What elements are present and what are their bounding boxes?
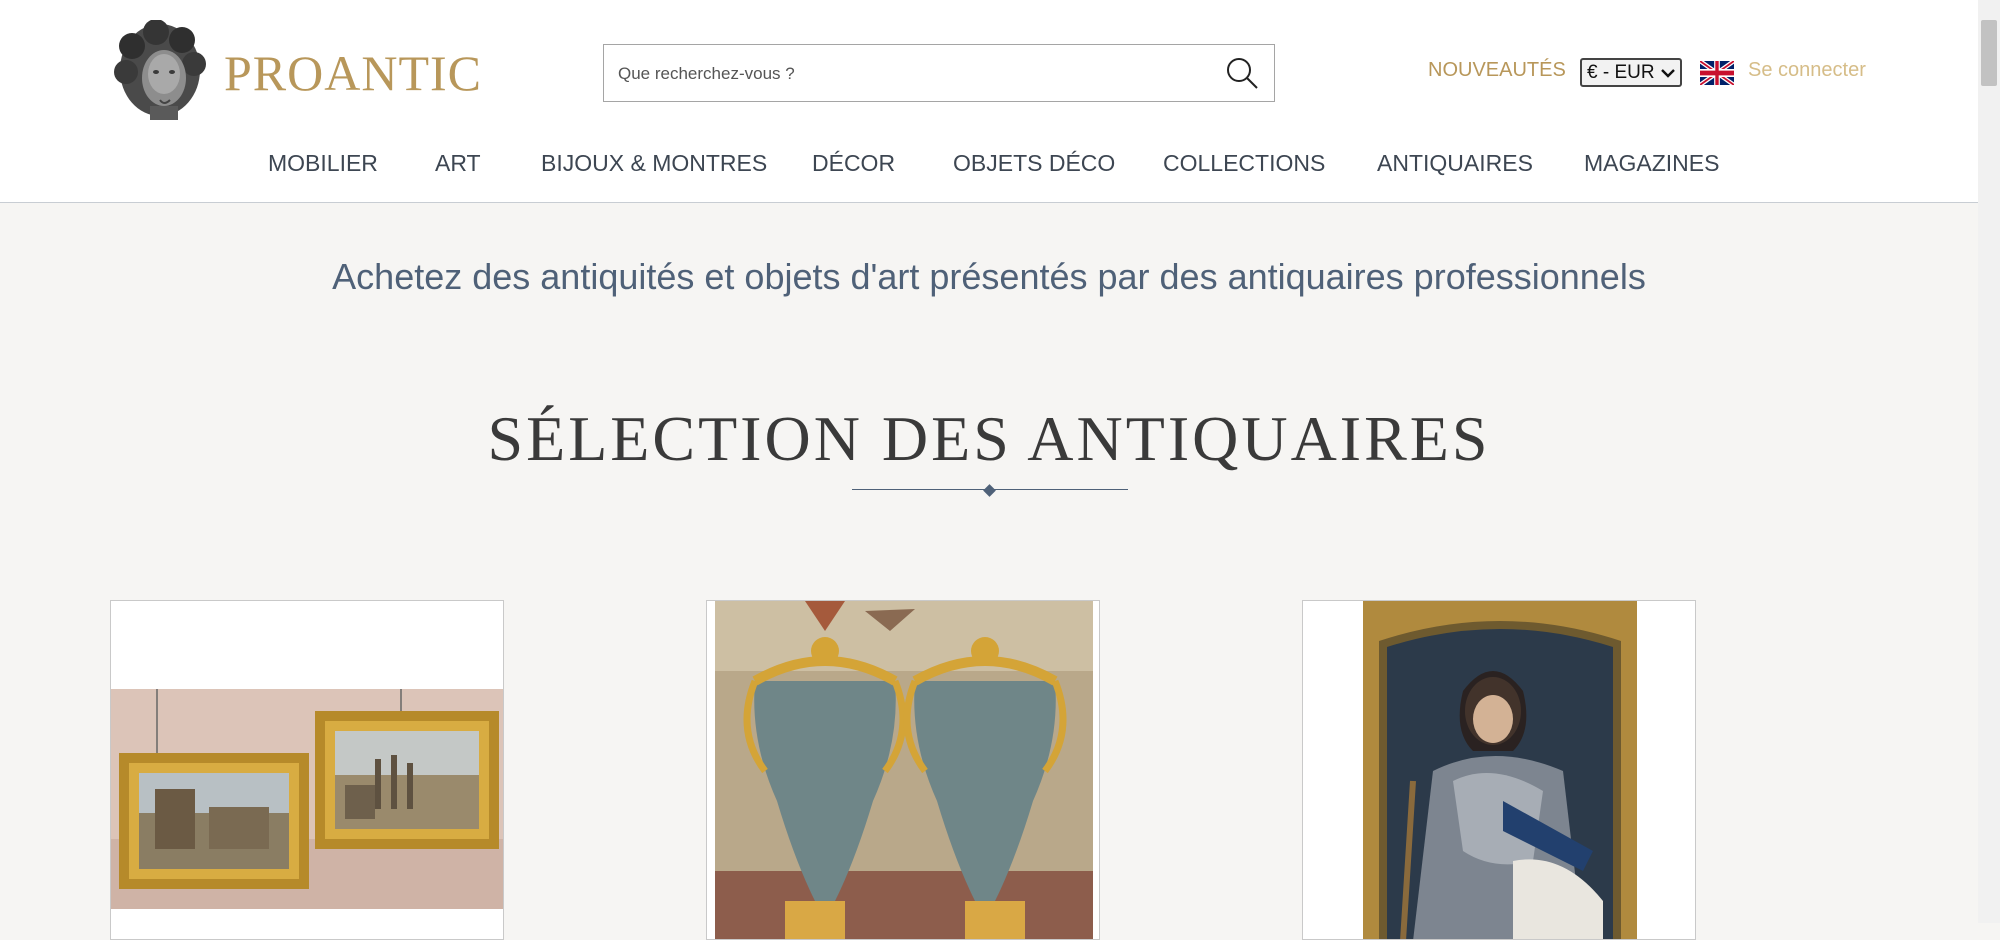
currency-value: € - EUR	[1587, 61, 1655, 83]
scrollbar-thumb[interactable]	[1981, 20, 1997, 86]
nav-item-antiquaires[interactable]: ANTIQUAIRES	[1377, 150, 1533, 177]
new-arrivals-link[interactable]: NOUVEAUTÉS	[1428, 59, 1566, 82]
uk-flag-icon[interactable]	[1700, 61, 1734, 85]
logo-bust-icon[interactable]	[110, 20, 210, 122]
product-card[interactable]	[110, 600, 504, 940]
search-box	[603, 44, 1275, 103]
divider-diamond-icon	[983, 484, 996, 497]
nav-item-collections[interactable]: COLLECTIONS	[1163, 150, 1325, 177]
product-card[interactable]	[1302, 600, 1696, 940]
search-icon	[1227, 58, 1258, 89]
search-input[interactable]	[616, 45, 1200, 103]
pair-of-framed-landscape-paintings-image	[111, 689, 503, 909]
chevron-down-icon	[1661, 68, 1675, 78]
product-card[interactable]	[706, 600, 1100, 940]
nav-item-mobilier[interactable]: MOBILIER	[268, 150, 378, 177]
tagline: Achetez des antiquités et objets d'art p…	[332, 256, 1646, 297]
header: PROANTIC NOUVEAUTÉS € - EUR Se connecter…	[0, 0, 1978, 203]
nav-item-decor[interactable]: DÉCOR	[812, 150, 895, 177]
nav-item-magazines[interactable]: MAGAZINES	[1584, 150, 1719, 177]
framed-portrait-of-nobleman-in-armor-image	[1363, 601, 1637, 939]
currency-select[interactable]: € - EUR	[1580, 58, 1682, 87]
nav-item-art[interactable]: ART	[435, 150, 481, 177]
nav-item-objets-deco[interactable]: OBJETS DÉCO	[953, 150, 1115, 177]
pair-of-gilt-bronze-marble-vases-image	[715, 601, 1093, 939]
search-button[interactable]	[1224, 55, 1260, 91]
login-link[interactable]: Se connecter	[1748, 59, 1866, 82]
page-scrollbar[interactable]	[1978, 0, 2000, 923]
site-logo-text[interactable]: PROANTIC	[224, 44, 482, 102]
section-title: SÉLECTION DES ANTIQUAIRES	[487, 403, 1491, 474]
main-nav: MOBILIER ART BIJOUX & MONTRES DÉCOR OBJE…	[0, 150, 1978, 180]
nav-item-bijoux-montres[interactable]: BIJOUX & MONTRES	[541, 150, 767, 177]
